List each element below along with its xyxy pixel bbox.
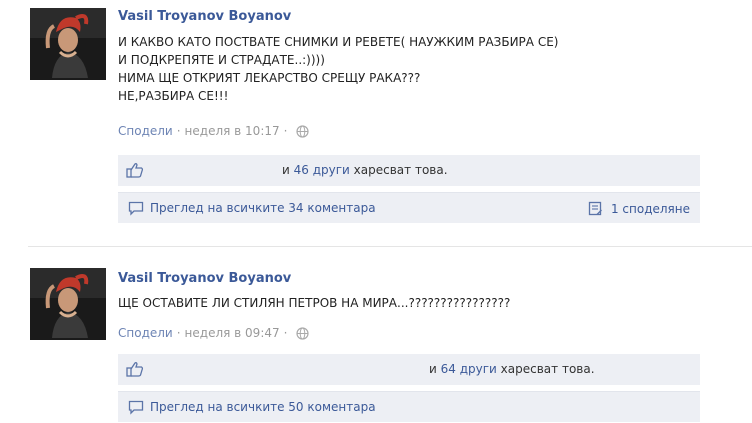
meta-separator: · (283, 326, 288, 340)
likes-count-link[interactable]: 46 други (294, 163, 350, 177)
message-line: ЩЕ ОСТАВИТЕ ЛИ СТИЛЯН ПЕТРОВ НА МИРА...?… (118, 296, 511, 310)
share-link[interactable]: Сподели (118, 326, 173, 340)
likes-bar: и 46 други харесват това. (118, 155, 700, 186)
message-line: И КАКВО КАТО ПОСТВАТЕ СНИМКИ И РЕВЕТЕ( Н… (118, 35, 559, 49)
comments-bar: Преглед на всичките 50 коментара (118, 391, 700, 422)
share-icon (588, 201, 602, 216)
post-meta: Сподели · неделя в 10:17 · (118, 124, 310, 138)
author-name[interactable]: Vasil Troyanov Boyanov (118, 271, 291, 286)
globe-icon (296, 124, 310, 138)
meta-separator: · (176, 124, 181, 138)
post-timestamp[interactable]: неделя в 10:17 (185, 124, 280, 138)
view-all-comments-link[interactable]: Преглед на всичките 50 коментара (150, 400, 376, 414)
share-link[interactable]: Сподели (118, 124, 173, 138)
message-line: И ПОДКРЕПЯТЕ И СТРАДАТЕ..:)))) (118, 53, 325, 67)
avatar[interactable] (30, 8, 106, 80)
thumbs-up-icon[interactable] (126, 361, 144, 377)
meta-separator: · (176, 326, 181, 340)
likes-count-link[interactable]: 64 други (441, 362, 497, 376)
post-meta: Сподели · неделя в 09:47 · (118, 326, 310, 340)
likes-bar: и 64 други харесват това. (118, 354, 700, 385)
feed-post-2: Vasil Troyanov Boyanov ЩЕ ОСТАВИТЕ ЛИ СТ… (0, 250, 752, 423)
post-message: ЩЕ ОСТАВИТЕ ЛИ СТИЛЯН ПЕТРОВ НА МИРА...?… (118, 294, 510, 312)
profile-photo (30, 268, 106, 340)
profile-photo (30, 8, 106, 80)
likes-summary: и 64 други харесват това. (429, 362, 595, 376)
likes-summary: и 46 други харесват това. (282, 163, 448, 177)
likes-prefix: и (429, 362, 437, 376)
post-divider (28, 246, 752, 247)
thumbs-up-icon[interactable] (126, 162, 144, 178)
comments-bar: Преглед на всичките 34 коментара 1 споде… (118, 192, 700, 223)
likes-suffix: харесват това. (353, 163, 448, 177)
comment-icon (128, 400, 144, 415)
author-name[interactable]: Vasil Troyanov Boyanov (118, 9, 291, 24)
shares-count-link[interactable]: 1 споделяне (588, 201, 690, 216)
likes-suffix: харесват това. (500, 362, 595, 376)
message-line: НИМА ЩЕ ОТКРИЯТ ЛЕКАРСТВО СРЕЩУ РАКА??? (118, 71, 421, 85)
post-timestamp[interactable]: неделя в 09:47 (185, 326, 280, 340)
comment-icon (128, 201, 144, 216)
avatar[interactable] (30, 268, 106, 340)
view-all-comments-link[interactable]: Преглед на всичките 34 коментара (150, 201, 376, 215)
likes-prefix: и (282, 163, 290, 177)
post-message: И КАКВО КАТО ПОСТВАТЕ СНИМКИ И РЕВЕТЕ( Н… (118, 33, 558, 105)
globe-icon (296, 326, 310, 340)
feed-post-1: Vasil Troyanov Boyanov И КАКВО КАТО ПОСТ… (0, 0, 752, 250)
message-line: НЕ,РАЗБИРА СЕ!!! (118, 89, 229, 103)
meta-separator: · (283, 124, 288, 138)
shares-count-label: 1 споделяне (610, 202, 690, 216)
